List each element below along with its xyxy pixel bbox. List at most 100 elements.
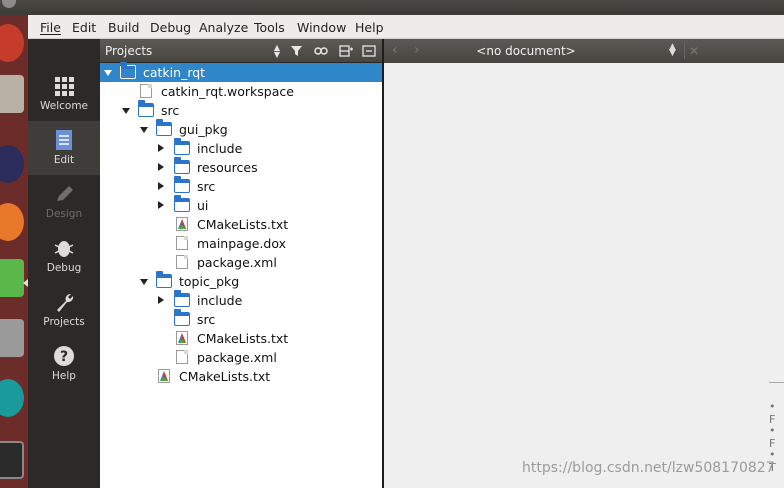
mode-label: Projects: [43, 316, 85, 328]
file-icon: [176, 255, 188, 269]
editor-area[interactable]: • F • F • T: [384, 63, 784, 488]
close-pane-icon[interactable]: [362, 44, 376, 58]
expand-arrow-closed-icon[interactable]: [158, 296, 164, 304]
tree-item-label: catkin_rqt: [143, 65, 206, 80]
tree-item-label: CMakeLists.txt: [197, 331, 289, 346]
mode-selector: Welcome Edit Design Debug Projects ? Hel…: [28, 39, 100, 488]
filter-icon[interactable]: [290, 44, 304, 58]
menu-build[interactable]: Build: [108, 20, 139, 35]
expand-arrow-open-icon[interactable]: [140, 127, 148, 133]
launcher-files-icon[interactable]: [0, 75, 24, 113]
document-updown-icon[interactable]: ▲ ▼: [669, 43, 676, 58]
grid-icon: [55, 77, 74, 96]
tree-item-label: src: [197, 312, 216, 327]
tree-item-label: gui_pkg: [179, 122, 228, 137]
tree-item-label: package.xml: [197, 350, 277, 365]
wrench-icon: [57, 293, 74, 312]
tree-row[interactable]: catkin_rqt.workspace: [100, 82, 382, 101]
mode-edit[interactable]: Edit: [28, 121, 100, 175]
system-top-bar: [0, 0, 784, 15]
file-icon: [140, 84, 152, 98]
mode-help[interactable]: ? Help: [28, 337, 100, 391]
expand-arrow-closed-icon[interactable]: [158, 163, 164, 171]
close-document-icon[interactable]: ✕: [689, 44, 699, 58]
tree-row[interactable]: package.xml: [100, 253, 382, 272]
tree-item-label: package.xml: [197, 255, 277, 270]
launcher-eclipse-icon[interactable]: [0, 145, 24, 183]
mode-welcome[interactable]: Welcome: [28, 67, 100, 121]
list-item: • F: [769, 424, 776, 450]
mode-projects[interactable]: Projects: [28, 283, 100, 337]
tree-row[interactable]: CMakeLists.txt: [100, 367, 382, 386]
tree-item-label: CMakeLists.txt: [179, 369, 271, 384]
expand-arrow-open-icon[interactable]: [104, 70, 112, 76]
help-icon: ?: [54, 346, 74, 366]
tree-row[interactable]: gui_pkg: [100, 119, 382, 139]
tree-row[interactable]: CMakeLists.txt: [100, 329, 382, 348]
tree-item-label: ui: [197, 198, 209, 213]
expand-arrow-closed-icon[interactable]: [158, 144, 164, 152]
projects-title: Projects: [105, 44, 153, 58]
expand-arrow-open-icon[interactable]: [140, 279, 148, 285]
menu-help[interactable]: Help: [355, 20, 384, 35]
cmake-file-icon: [176, 331, 188, 345]
tree-row[interactable]: src: [100, 309, 382, 329]
expand-arrow-open-icon[interactable]: [122, 108, 130, 114]
folder-icon: [174, 290, 190, 307]
mode-debug[interactable]: Debug: [28, 229, 100, 283]
menu-window[interactable]: Window: [297, 20, 346, 35]
tree-row[interactable]: package.xml: [100, 348, 382, 367]
mode-label: Welcome: [39, 100, 89, 112]
tree-row[interactable]: mainpage.dox: [100, 234, 382, 253]
link-icon[interactable]: [314, 44, 328, 58]
tree-item-label: include: [197, 293, 243, 308]
cmake-file-icon: [158, 369, 170, 383]
menu-debug[interactable]: Debug: [150, 20, 191, 35]
launcher-terminal-icon[interactable]: [0, 441, 24, 479]
mode-label: Help: [52, 370, 76, 382]
tree-row[interactable]: catkin_rqt: [100, 62, 382, 82]
launcher-firefox-icon[interactable]: [0, 203, 24, 241]
mode-design[interactable]: Design: [28, 175, 100, 229]
menu-file[interactable]: File: [40, 20, 61, 35]
folder-icon: [174, 195, 190, 212]
tree-row[interactable]: src: [100, 176, 382, 196]
menu-edit[interactable]: Edit: [72, 20, 96, 35]
folder-icon: [138, 100, 154, 117]
mode-label: Design: [45, 208, 83, 220]
folder-icon: [174, 176, 190, 193]
split-icon[interactable]: [339, 44, 353, 58]
tree-row[interactable]: ui: [100, 195, 382, 215]
tree-row[interactable]: include: [100, 138, 382, 158]
expand-arrow-closed-icon[interactable]: [158, 182, 164, 190]
tree-row[interactable]: topic_pkg: [100, 271, 382, 291]
tree-item-label: resources: [197, 160, 258, 175]
editor-toolbar: ‹ › <no document> ▲ ▼ ✕: [384, 39, 784, 63]
system-indicator: [2, 0, 16, 8]
folder-icon: [174, 157, 190, 174]
divider-line: [769, 382, 784, 383]
menu-bar: File Edit Build Debug Analyze Tools Wind…: [28, 15, 784, 39]
tree-item-label: mainpage.dox: [197, 236, 287, 251]
bug-icon: [54, 241, 74, 257]
folder-icon: [174, 309, 190, 326]
tree-item-label: catkin_rqt.workspace: [161, 84, 294, 99]
launcher-settings-icon[interactable]: [0, 319, 24, 357]
menu-tools[interactable]: Tools: [254, 20, 285, 35]
document-icon: [56, 130, 72, 150]
menu-analyze[interactable]: Analyze: [199, 20, 248, 35]
tree-row[interactable]: CMakeLists.txt: [100, 215, 382, 234]
tree-item-label: topic_pkg: [179, 274, 240, 289]
expand-arrow-closed-icon[interactable]: [158, 201, 164, 209]
launcher-qtcreator-icon[interactable]: [0, 259, 24, 297]
view-selector-updown-icon[interactable]: ▲ ▼: [270, 44, 284, 59]
tree-item-label: src: [161, 103, 180, 118]
tree-row[interactable]: include: [100, 290, 382, 310]
document-selector[interactable]: <no document>: [384, 44, 668, 58]
list-item: • F: [769, 400, 776, 426]
tree-item-label: CMakeLists.txt: [197, 217, 289, 232]
launcher-arduino-icon[interactable]: [0, 379, 24, 417]
launcher-ubuntu-icon[interactable]: [0, 24, 24, 62]
tree-row[interactable]: src: [100, 100, 382, 120]
tree-row[interactable]: resources: [100, 157, 382, 177]
